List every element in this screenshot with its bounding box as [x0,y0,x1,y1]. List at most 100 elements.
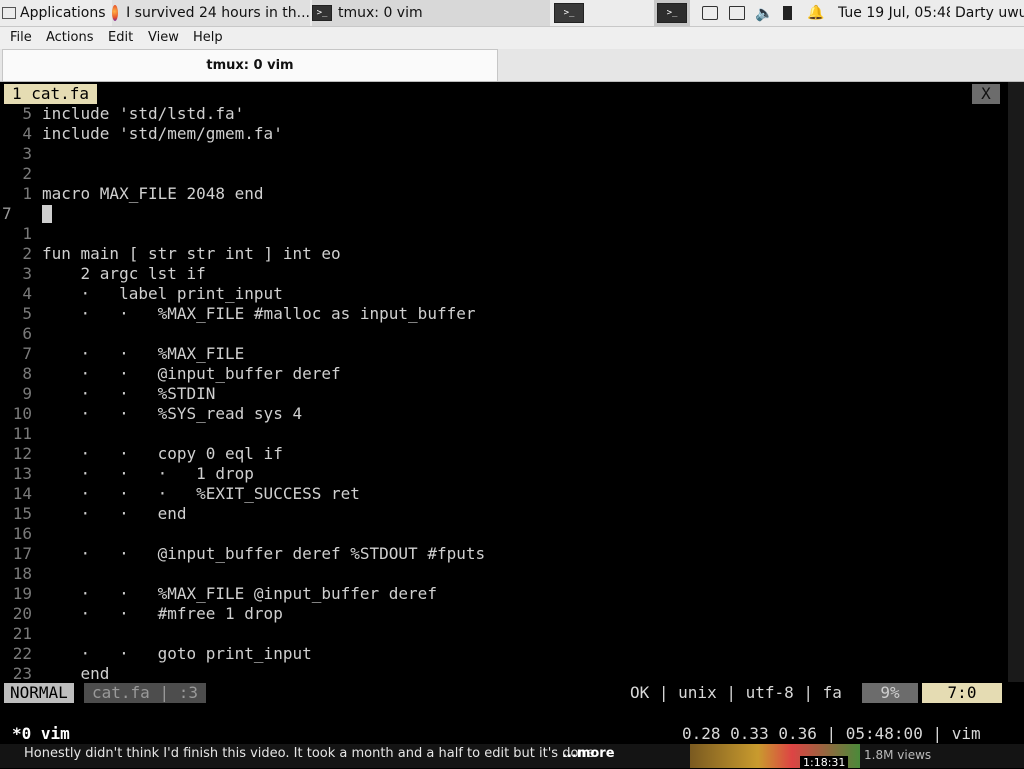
line-number: 10 [12,404,32,423]
line-text: · · @input_buffer deref %STDOUT #fputs [42,544,486,563]
line-number: 22 [12,644,32,663]
line-number: 3 [22,264,32,283]
vim-cursor-position: 7:0 [922,683,1002,703]
code-line[interactable]: 11 [0,424,1000,444]
applications-icon [2,7,16,19]
line-text: · · end [42,504,187,523]
code-line[interactable]: 20 · · #mfree 1 drop [0,604,1000,624]
code-line[interactable]: 1 macro MAX_FILE 2048 end [0,184,1000,204]
scrollbar[interactable] [1008,82,1024,682]
menu-help[interactable]: Help [193,30,223,45]
taskbar: Applications I survived 24 hours in th..… [0,0,1024,27]
line-number: 6 [22,324,32,343]
code-line[interactable]: 18 [0,564,1000,584]
code-line[interactable]: 4 · label print_input [0,284,1000,304]
code-line-current[interactable]: 7 [0,204,1000,224]
menu-view[interactable]: View [148,30,179,45]
code-line[interactable]: 16 [0,524,1000,544]
line-number: 11 [12,424,32,443]
line-number: 5 [22,104,32,123]
line-text: · label print_input [42,284,283,303]
code-line[interactable]: 2 [0,164,1000,184]
code-line[interactable]: 1 [0,224,1000,244]
code-line[interactable]: 3 [0,144,1000,164]
vim-filename: cat.fa | :3 [84,683,206,703]
code-line[interactable]: 12 · · copy 0 eql if [0,444,1000,464]
user-menu[interactable]: Darty uwu [955,0,1024,26]
code-line[interactable]: 3 2 argc lst if [0,264,1000,284]
code-line[interactable]: 5 · · %MAX_FILE #malloc as input_buffer [0,304,1000,324]
line-text: · · %MAX_FILE [42,344,245,363]
display-icon[interactable] [729,0,747,26]
code-line[interactable]: 7 · · %MAX_FILE [0,344,1000,364]
code-line[interactable]: 14 · · · %EXIT_SUCCESS ret [0,484,1000,504]
vim-filename-text: cat.fa [92,683,150,702]
code-line[interactable]: 19 · · %MAX_FILE @input_buffer deref [0,584,1000,604]
code-line[interactable]: 21 [0,624,1000,644]
code-line[interactable]: 4 include 'std/mem/gmem.fa' [0,124,1000,144]
firefox-icon [112,5,119,21]
notification-bell-icon[interactable]: 🔔 [807,0,825,26]
menu-file[interactable]: File [10,30,32,45]
line-text: macro MAX_FILE 2048 end [42,184,264,203]
code-line[interactable]: 6 [0,324,1000,344]
battery-icon[interactable] [783,0,797,26]
line-number: 9 [22,384,32,403]
code-line[interactable]: 8 · · @input_buffer deref [0,364,1000,384]
line-number: 7 [2,204,12,223]
workspace-terminal-button[interactable]: >_ [654,0,690,26]
line-number: 13 [12,464,32,483]
video-info-strip: Honestly didn't think I'd finish this vi… [0,744,1024,769]
line-text: · · #mfree 1 drop [42,604,283,623]
workspace-terminal-icon: >_ [657,3,687,23]
code-line[interactable]: 22 · · goto print_input [0,644,1000,664]
volume-icon[interactable]: 🔈 [755,0,773,26]
network-icon[interactable] [702,0,720,26]
line-number: 1 [22,224,32,243]
line-number: 18 [12,564,32,583]
line-number: 4 [22,124,32,143]
tab-bar: tmux: 0 vim [0,49,1024,82]
code-line[interactable]: 17 · · @input_buffer deref %STDOUT #fput… [0,544,1000,564]
code-line[interactable]: 2 fun main [ str str int ] int eo [0,244,1000,264]
line-number: 12 [12,444,32,463]
line-text: · · · 1 drop [42,464,254,483]
taskbar-window-terminal[interactable]: >_ tmux: 0 vim [312,0,550,26]
line-number: 5 [22,304,32,323]
line-number: 2 [22,244,32,263]
vim-buffer-tab[interactable]: 1 cat.fa [4,84,98,104]
line-number: 17 [12,544,32,563]
vim-close-button[interactable]: X [972,84,1000,104]
tmux-window[interactable]: *0 vim [12,724,70,744]
launcher-terminal-button[interactable]: >_ [552,0,586,26]
code-line[interactable]: 13 · · · 1 drop [0,464,1000,484]
vim-mode: NORMAL [4,683,74,703]
code-line[interactable]: 23 end [0,664,1000,684]
vim-percent: 9% [862,683,918,703]
code-line[interactable]: 5 include 'std/lstd.fa' [0,104,1000,124]
menu-actions[interactable]: Actions [46,30,94,45]
code-line[interactable]: 9 · · %STDIN [0,384,1000,404]
line-text: · · goto print_input [42,644,312,663]
line-text: include 'std/lstd.fa' [42,104,245,123]
line-text: · · %STDIN [42,384,216,403]
line-number: 4 [22,284,32,303]
line-number: 7 [22,344,32,363]
vim-tabline: 1 cat.fa X [0,84,1024,104]
video-more-link[interactable]: ...more [562,746,615,761]
terminal-view[interactable]: 1 cat.fa X 5 include 'std/lstd.fa' 4 includ… [0,82,1024,744]
code-line[interactable]: 10 · · %SYS_read sys 4 [0,404,1000,424]
clock[interactable]: Tue 19 Jul, 05:48 [838,0,950,26]
terminal-icon: >_ [312,5,332,21]
line-text: include 'std/mem/gmem.fa' [42,124,283,143]
line-text: 2 argc lst if [42,264,206,283]
line-number: 15 [12,504,32,523]
code-line[interactable]: 15 · · end [0,504,1000,524]
text-cursor [42,205,52,223]
line-text: fun main [ str str int ] int eo [42,244,341,263]
terminal-launcher-icon: >_ [554,3,584,23]
applications-menu[interactable]: Applications [2,0,110,26]
menu-edit[interactable]: Edit [108,30,133,45]
taskbar-window-browser[interactable]: I survived 24 hours in th... [112,0,310,26]
tab-tmux[interactable]: tmux: 0 vim [2,49,498,81]
